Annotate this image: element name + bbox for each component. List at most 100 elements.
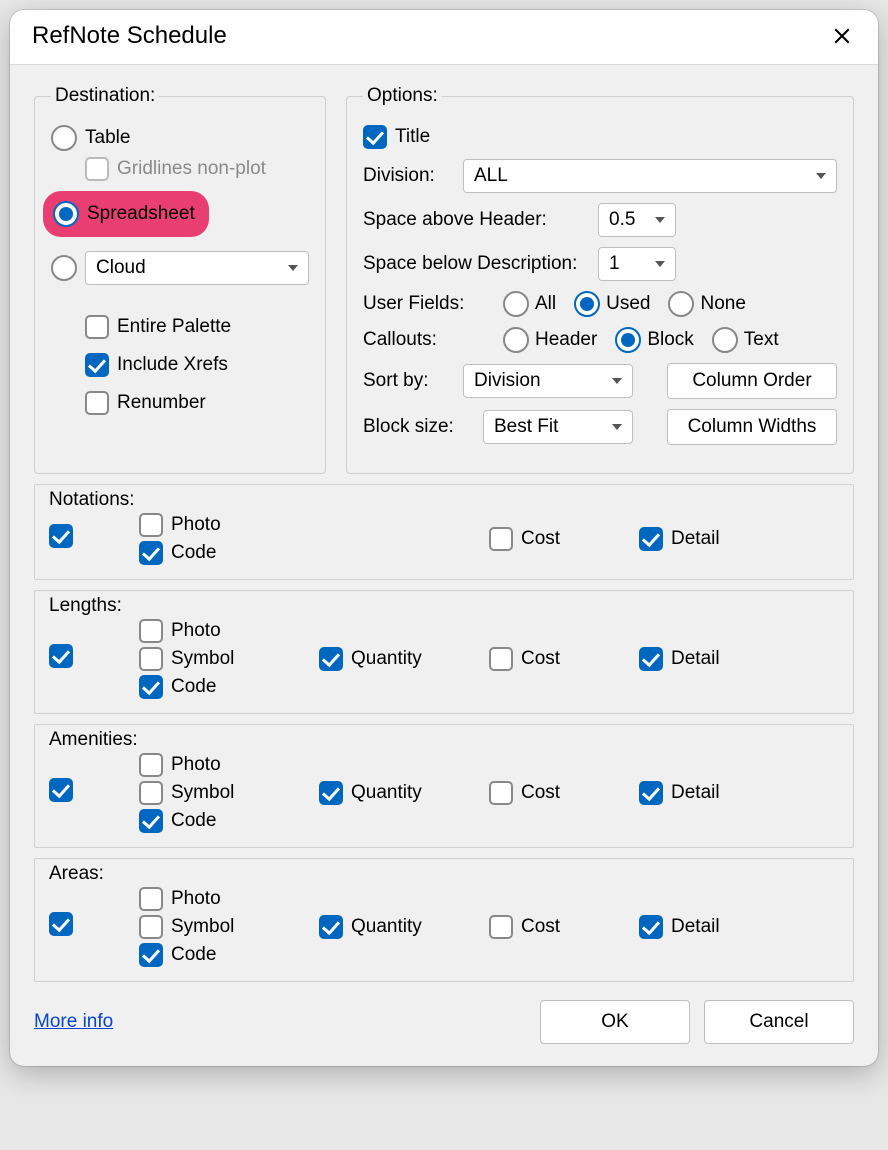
radio-icon bbox=[712, 327, 738, 353]
division-select[interactable]: ALL bbox=[463, 159, 837, 193]
photo-label: Photo bbox=[171, 888, 221, 910]
column-order-button[interactable]: Column Order bbox=[667, 363, 837, 399]
cost-label: Cost bbox=[521, 916, 560, 938]
notations-photo[interactable]: Photo bbox=[139, 513, 319, 537]
close-button[interactable] bbox=[828, 22, 856, 50]
blocksize-value: Best Fit bbox=[494, 416, 558, 437]
entire-palette-row[interactable]: Entire Palette bbox=[85, 315, 309, 339]
title-row[interactable]: Title bbox=[363, 125, 837, 149]
notations-detail[interactable]: Detail bbox=[639, 527, 779, 551]
amenities-symbol[interactable]: Symbol bbox=[139, 781, 319, 805]
include-xrefs-label: Include Xrefs bbox=[117, 354, 228, 376]
uf-none[interactable]: None bbox=[668, 291, 745, 317]
checkbox-icon bbox=[85, 353, 109, 377]
blocksize-select[interactable]: Best Fit bbox=[483, 410, 633, 444]
checkbox-icon bbox=[139, 887, 163, 911]
areas-cost[interactable]: Cost bbox=[489, 915, 639, 939]
amenities-legend: Amenities: bbox=[49, 729, 839, 751]
detail-label: Detail bbox=[671, 528, 720, 550]
areas-code[interactable]: Code bbox=[139, 943, 319, 967]
detail-label: Detail bbox=[671, 648, 720, 670]
co-text[interactable]: Text bbox=[712, 327, 779, 353]
lengths-cost[interactable]: Cost bbox=[489, 647, 639, 671]
notations-cost[interactable]: Cost bbox=[489, 527, 639, 551]
amenities-cost[interactable]: Cost bbox=[489, 781, 639, 805]
column-widths-button[interactable]: Column Widths bbox=[667, 409, 837, 445]
blocksize-label: Block size: bbox=[363, 416, 473, 438]
title-label: Title bbox=[395, 126, 430, 148]
checkbox-icon bbox=[489, 527, 513, 551]
checkbox-icon bbox=[139, 943, 163, 967]
detail-label: Detail bbox=[671, 782, 720, 804]
renumber-label: Renumber bbox=[117, 392, 206, 414]
symbol-label: Symbol bbox=[171, 648, 234, 670]
sortby-select[interactable]: Division bbox=[463, 364, 633, 398]
renumber-row[interactable]: Renumber bbox=[85, 391, 309, 415]
space-below-value: 1 bbox=[609, 253, 620, 274]
cost-label: Cost bbox=[521, 648, 560, 670]
dialog-content: Destination: Table Gridlines non-plot Sp… bbox=[10, 65, 878, 1066]
checkbox-icon bbox=[139, 781, 163, 805]
areas-symbol[interactable]: Symbol bbox=[139, 915, 319, 939]
division-value: ALL bbox=[474, 165, 508, 186]
amenities-code[interactable]: Code bbox=[139, 809, 319, 833]
destination-legend: Destination: bbox=[51, 85, 159, 107]
destination-cloud-row[interactable]: Cloud bbox=[51, 251, 309, 285]
uf-used[interactable]: Used bbox=[574, 291, 650, 317]
sortby-value: Division bbox=[474, 370, 541, 391]
uf-all[interactable]: All bbox=[503, 291, 556, 317]
areas-photo[interactable]: Photo bbox=[139, 887, 319, 911]
include-xrefs-row[interactable]: Include Xrefs bbox=[85, 353, 309, 377]
more-info-link[interactable]: More info bbox=[34, 1011, 113, 1033]
areas-quantity[interactable]: Quantity bbox=[319, 915, 489, 939]
gridlines-row[interactable]: Gridlines non-plot bbox=[85, 157, 309, 181]
co-block[interactable]: Block bbox=[615, 327, 693, 353]
division-label: Division: bbox=[363, 165, 453, 187]
user-fields-label: User Fields: bbox=[363, 293, 493, 315]
cloud-select[interactable]: Cloud bbox=[85, 251, 309, 285]
radio-icon bbox=[503, 327, 529, 353]
ok-button[interactable]: OK bbox=[540, 1000, 690, 1044]
notations-code[interactable]: Code bbox=[139, 541, 319, 565]
options-legend: Options: bbox=[363, 85, 442, 107]
uf-used-label: Used bbox=[606, 293, 650, 315]
destination-table-label: Table bbox=[85, 127, 130, 149]
checkbox-icon bbox=[489, 915, 513, 939]
space-above-select[interactable]: 0.5 bbox=[598, 203, 676, 237]
symbol-label: Symbol bbox=[171, 916, 234, 938]
checkbox-icon bbox=[139, 675, 163, 699]
checkbox-icon bbox=[319, 647, 343, 671]
checkbox-icon bbox=[639, 647, 663, 671]
areas-enable-checkbox[interactable] bbox=[49, 912, 73, 936]
destination-spreadsheet-highlight[interactable]: Spreadsheet bbox=[43, 191, 209, 237]
radio-icon bbox=[51, 125, 77, 151]
lengths-detail[interactable]: Detail bbox=[639, 647, 779, 671]
co-header-label: Header bbox=[535, 329, 597, 351]
lengths-photo[interactable]: Photo bbox=[139, 619, 319, 643]
destination-table-row[interactable]: Table bbox=[51, 125, 309, 151]
lengths-group: Lengths: Photo Symbol Code Quantity Cost… bbox=[34, 590, 854, 714]
lengths-quantity[interactable]: Quantity bbox=[319, 647, 489, 671]
lengths-code[interactable]: Code bbox=[139, 675, 319, 699]
amenities-detail[interactable]: Detail bbox=[639, 781, 779, 805]
areas-legend: Areas: bbox=[49, 863, 839, 885]
notations-enable-checkbox[interactable] bbox=[49, 524, 73, 548]
checkbox-icon bbox=[139, 541, 163, 565]
lengths-symbol[interactable]: Symbol bbox=[139, 647, 319, 671]
cancel-button[interactable]: Cancel bbox=[704, 1000, 854, 1044]
lengths-legend: Lengths: bbox=[49, 595, 839, 617]
sortby-label: Sort by: bbox=[363, 370, 453, 392]
photo-label: Photo bbox=[171, 514, 221, 536]
checkbox-icon bbox=[319, 781, 343, 805]
checkbox-icon bbox=[139, 647, 163, 671]
space-below-select[interactable]: 1 bbox=[598, 247, 676, 281]
amenities-photo[interactable]: Photo bbox=[139, 753, 319, 777]
amenities-quantity[interactable]: Quantity bbox=[319, 781, 489, 805]
lengths-enable-checkbox[interactable] bbox=[49, 644, 73, 668]
code-label: Code bbox=[171, 542, 216, 564]
titlebar: RefNote Schedule bbox=[10, 10, 878, 65]
areas-detail[interactable]: Detail bbox=[639, 915, 779, 939]
destination-group: Destination: Table Gridlines non-plot Sp… bbox=[34, 85, 326, 474]
co-header[interactable]: Header bbox=[503, 327, 597, 353]
amenities-enable-checkbox[interactable] bbox=[49, 778, 73, 802]
